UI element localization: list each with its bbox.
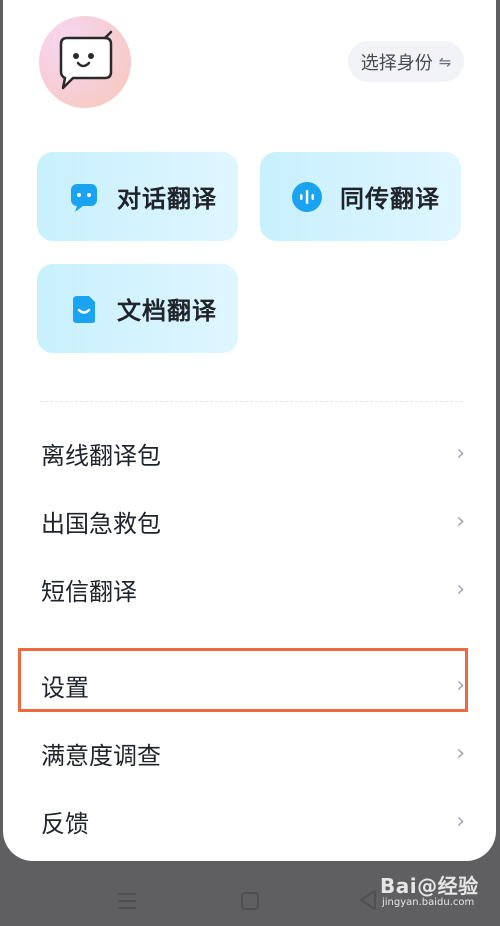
dialogue-icon [67,180,101,214]
swap-icon: ⇋ [438,52,452,71]
chat-bubble-mascot-icon [59,30,113,90]
watermark-brand: Bai@经验 [380,874,479,898]
select-identity-button[interactable]: 选择身份 ⇋ [348,41,464,82]
back-icon[interactable] [358,889,378,911]
identity-label: 选择身份 [360,52,433,74]
menu-item-survey[interactable]: 满意度调查 › [41,731,465,775]
document-icon [67,292,101,326]
menu-item-sms-translate[interactable]: 短信翻译 › [41,567,465,611]
settings-highlight-box [18,648,468,712]
card-label: 对话翻译 [117,185,217,213]
baidu-jingyan-watermark: Bai@经验 jingyan.baidu.com [380,870,479,908]
avatar[interactable] [39,16,131,108]
document-translate-card[interactable]: 文档翻译 [37,264,238,353]
watermark-url: jingyan.baidu.com [382,897,475,908]
chevron-right-icon: › [456,508,465,534]
menu-item-label: 反馈 [41,809,89,838]
menu-item-label: 满意度调查 [41,741,161,770]
menu-icon[interactable] [117,892,137,910]
menu-item-label: 出国急救包 [41,509,161,538]
voice-wave-icon [290,180,324,214]
menu-item-label: 离线翻译包 [41,441,161,470]
menu-item-emergency-pack[interactable]: 出国急救包 › [41,499,465,543]
card-label: 文档翻译 [117,297,217,325]
menu-item-label: 短信翻译 [41,577,137,606]
menu-item-feedback[interactable]: 反馈 › [41,799,465,843]
chevron-right-icon: › [456,740,465,766]
home-icon[interactable] [240,891,260,911]
card-label: 同传翻译 [340,185,440,213]
drawer-panel: 选择身份 ⇋ 对话翻译 同传翻译 文档翻译 离线翻译包 › 出国急救包 › 短信… [3,0,496,861]
chevron-right-icon: › [456,440,465,466]
chevron-right-icon: › [456,808,465,834]
dialogue-translate-card[interactable]: 对话翻译 [37,152,238,241]
chevron-right-icon: › [456,576,465,602]
section-divider [40,401,463,402]
simultaneous-translate-card[interactable]: 同传翻译 [260,152,461,241]
menu-item-offline-pack[interactable]: 离线翻译包 › [41,431,465,475]
